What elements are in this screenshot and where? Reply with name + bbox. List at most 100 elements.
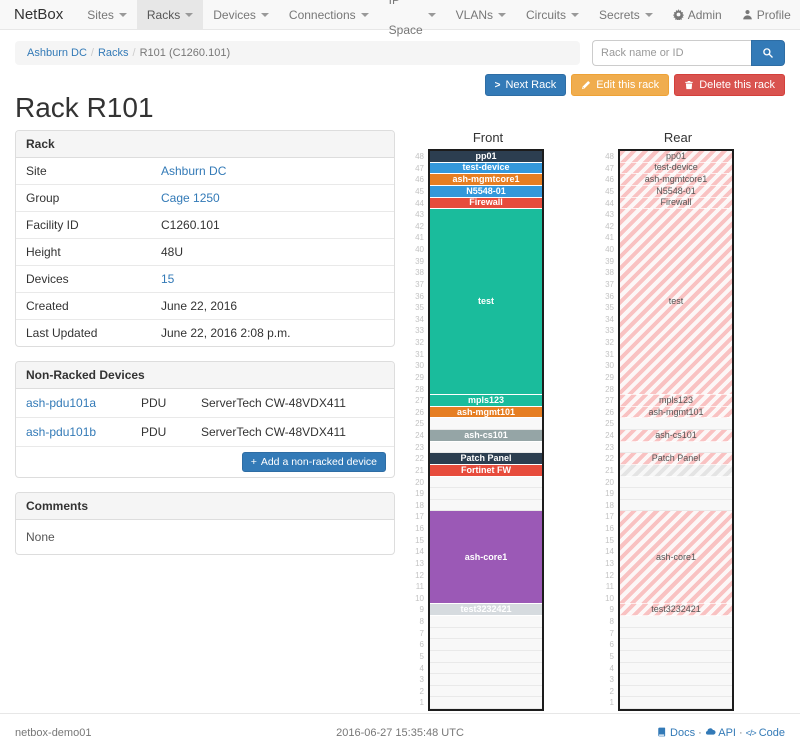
rack-device-front[interactable]: Fortinet FW: [430, 465, 542, 477]
unit-number: 22: [412, 453, 424, 465]
chevron-down-icon: [261, 13, 269, 17]
device-link[interactable]: ash-pdu101a: [26, 396, 96, 410]
rack-device-rear[interactable]: [620, 465, 732, 477]
unit-number: 21: [412, 465, 424, 477]
nav-item-sites[interactable]: Sites: [77, 0, 137, 29]
rack-device-rear[interactable]: mpls123: [620, 395, 732, 407]
unit-number: 42: [412, 221, 424, 233]
edit-rack-button[interactable]: Edit this rack: [571, 74, 669, 96]
rack-device-front[interactable]: ash-core1: [430, 511, 542, 604]
unit-number: 34: [602, 314, 614, 326]
unit-number: 34: [412, 314, 424, 326]
unit-number: 48: [412, 151, 424, 163]
chevron-down-icon: [428, 13, 436, 17]
app-brand[interactable]: NetBox: [0, 0, 77, 29]
rack-device-front[interactable]: test3232421: [430, 604, 542, 616]
add-non-racked-device-button[interactable]: + Add a non-racked device: [242, 452, 386, 472]
search-button[interactable]: [751, 40, 785, 66]
left-column: Rack SiteAshburn DC GroupCage 1250 Facil…: [15, 130, 395, 569]
nav-item-secrets[interactable]: Secrets: [589, 0, 663, 29]
rack-device-front[interactable]: ash-cs101: [430, 430, 542, 442]
search-input[interactable]: [592, 40, 751, 66]
nav-item-racks[interactable]: Racks: [137, 0, 203, 29]
rack-device-rear[interactable]: Firewall: [620, 198, 732, 210]
rear-title: Rear: [602, 130, 734, 145]
unit-number: 13: [602, 558, 614, 570]
breadcrumb-site-link[interactable]: Ashburn DC: [27, 47, 87, 59]
nav-item-circuits[interactable]: Circuits: [516, 0, 589, 29]
rack-elevation-rear: Rear 48474645444342414039383736353433323…: [602, 130, 734, 711]
rack-device-rear[interactable]: ash-mgmtcore1: [620, 174, 732, 186]
comments-panel: Comments None: [15, 492, 395, 555]
unit-number: 39: [412, 256, 424, 268]
device-model: ServerTech CW-48VDX411: [191, 418, 394, 447]
site-link[interactable]: Ashburn DC: [161, 164, 226, 178]
rack-device-front[interactable]: Firewall: [430, 198, 542, 210]
code-link[interactable]: </> Code: [746, 727, 785, 739]
unit-number: 38: [602, 267, 614, 279]
footer: netbox-demo01 2016-06-27 15:35:48 UTC Do…: [0, 713, 800, 753]
unit-number: 11: [412, 581, 424, 593]
rack-device-rear[interactable]: test: [620, 209, 732, 395]
rack-device-front[interactable]: mpls123: [430, 395, 542, 407]
unit-number: 11: [602, 581, 614, 593]
rack-unit-empty: [620, 500, 732, 512]
docs-link[interactable]: Docs: [657, 727, 695, 739]
rack-panel: Rack SiteAshburn DC GroupCage 1250 Facil…: [15, 130, 395, 347]
admin-link[interactable]: Admin: [663, 0, 732, 29]
plus-icon: +: [251, 456, 257, 468]
group-link[interactable]: Cage 1250: [161, 191, 220, 205]
rack-device-front[interactable]: pp01: [430, 151, 542, 163]
nav-item-connections[interactable]: Connections: [279, 0, 379, 29]
last-updated-value: June 22, 2016 2:08 p.m.: [151, 320, 394, 347]
rack-device-rear[interactable]: ash-mgmt101: [620, 407, 732, 419]
rack-device-rear[interactable]: test-device: [620, 163, 732, 175]
unit-number: 32: [602, 337, 614, 349]
rack-device-rear[interactable]: ash-cs101: [620, 430, 732, 442]
navbar-right: Admin Profile Log out: [663, 0, 800, 29]
rack-unit-empty: [430, 628, 542, 640]
unit-number: 2: [602, 686, 614, 698]
chevron-down-icon: [119, 13, 127, 17]
unit-number: 24: [412, 430, 424, 442]
rack-device-front[interactable]: test-device: [430, 163, 542, 175]
nav-item-devices[interactable]: Devices: [203, 0, 279, 29]
rack-device-front[interactable]: Patch Panel: [430, 453, 542, 465]
rack-device-rear[interactable]: Patch Panel: [620, 453, 732, 465]
rack-device-rear[interactable]: ash-core1: [620, 511, 732, 604]
unit-number: 1: [602, 697, 614, 709]
api-link[interactable]: API: [705, 727, 736, 739]
nav-item-ip-space[interactable]: IP Space: [379, 0, 446, 29]
rack-unit-empty: [620, 686, 732, 698]
footer-links: Docs· API·</> Code: [528, 726, 785, 739]
rack-device-front[interactable]: ash-mgmt101: [430, 407, 542, 419]
rack-device-rear[interactable]: pp01: [620, 151, 732, 163]
nav-item-vlans[interactable]: VLANs: [446, 0, 516, 29]
topbar-row: Ashburn DC/Racks/R101 (C1260.101): [15, 40, 785, 66]
unit-number: 20: [412, 477, 424, 489]
rack-device-front[interactable]: N5548-01: [430, 186, 542, 198]
breadcrumb-racks-link[interactable]: Racks: [98, 47, 129, 59]
next-rack-button[interactable]: > Next Rack: [485, 74, 567, 96]
table-row: CreatedJune 22, 2016: [16, 293, 394, 320]
rack-device-front[interactable]: ash-mgmtcore1: [430, 174, 542, 186]
unit-number: 45: [412, 186, 424, 198]
unit-number: 6: [602, 639, 614, 651]
profile-link[interactable]: Profile: [732, 0, 800, 29]
unit-numbers: 4847464544434241403938373635343332313029…: [602, 151, 618, 711]
device-link[interactable]: ash-pdu101b: [26, 425, 96, 439]
rack-device-rear[interactable]: test3232421: [620, 604, 732, 616]
unit-numbers: 4847464544434241403938373635343332313029…: [412, 151, 428, 711]
rack-unit-empty: [620, 697, 732, 709]
unit-number: 43: [412, 209, 424, 221]
rack-device-front[interactable]: test: [430, 209, 542, 395]
devices-count-link[interactable]: 15: [161, 272, 174, 286]
rack-device-rear[interactable]: N5548-01: [620, 186, 732, 198]
delete-rack-button[interactable]: Delete this rack: [674, 74, 785, 96]
cloud-icon: [705, 726, 716, 737]
rack-unit-empty: [430, 651, 542, 663]
unit-number: 6: [412, 639, 424, 651]
unit-number: 8: [412, 616, 424, 628]
unit-number: 26: [602, 407, 614, 419]
unit-number: 9: [602, 604, 614, 616]
